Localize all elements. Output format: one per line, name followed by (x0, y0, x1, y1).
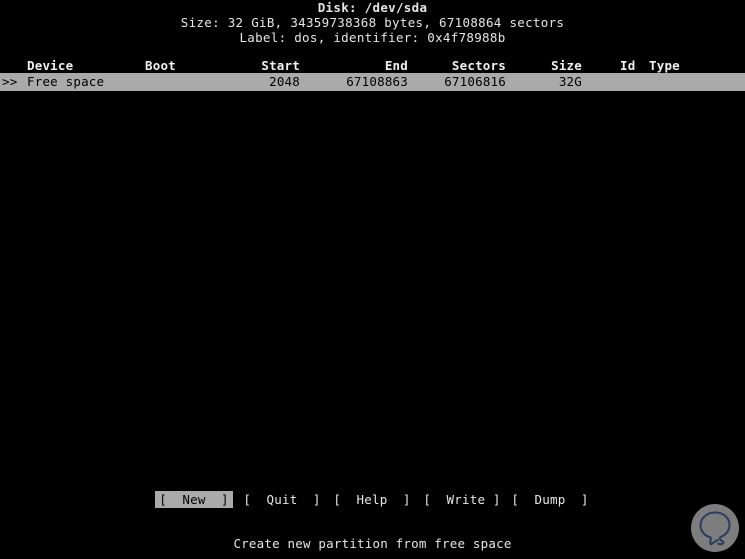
column-header-start: Start (261, 58, 300, 73)
column-header-device: Device (27, 58, 74, 73)
row-cell-type (649, 75, 739, 89)
partition-table: Device Boot Start End Sectors Size Id Ty… (0, 59, 745, 91)
row-cell-end: 67108863 (346, 74, 408, 89)
column-header-sectors: Sectors (451, 58, 506, 73)
row-selection-marker: >> (2, 74, 18, 89)
action-menu-bar: [ New ] [ Quit ] [ Help ] [ Write ] [ Du… (0, 491, 745, 508)
menu-button-quit[interactable]: [ Quit ] (243, 491, 321, 508)
column-header-boot: Boot (145, 58, 176, 73)
menu-button-new[interactable]: [ New ] (155, 491, 233, 508)
row-cell-id (620, 75, 646, 89)
menu-button-dump[interactable]: [ Dump ] (511, 491, 589, 508)
disk-header: Disk: /dev/sda Size: 32 GiB, 34359738368… (0, 0, 745, 45)
row-cell-size: 32G (558, 74, 582, 89)
column-header-id: Id (620, 58, 636, 73)
row-cell-device: Free space (27, 74, 105, 89)
row-cell-sectors: 67106816 (444, 74, 506, 89)
disk-label-line: Label: dos, identifier: 0x4f78988b (239, 30, 506, 45)
disk-name-line: Disk: /dev/sda (317, 0, 428, 15)
status-hint-line: Create new partition from free space (233, 536, 512, 551)
disk-size-line: Size: 32 GiB, 34359738368 bytes, 6710886… (180, 15, 565, 30)
speech-bubble-logo-icon (699, 511, 731, 546)
table-header-row: Device Boot Start End Sectors Size Id Ty… (0, 59, 745, 73)
column-header-end: End (384, 58, 408, 73)
menu-button-write[interactable]: [ Write ] (423, 491, 501, 508)
table-row[interactable]: >> Free space 2048 67108863 67106816 32G (0, 73, 745, 91)
table-body: >> Free space 2048 67108863 67106816 32G (0, 73, 745, 91)
row-cell-start: 2048 (269, 74, 300, 89)
watermark-logo (691, 504, 739, 552)
menu-button-help[interactable]: [ Help ] (333, 491, 411, 508)
cfdisk-terminal-screen: Disk: /dev/sda Size: 32 GiB, 34359738368… (0, 0, 745, 559)
row-cell-boot (145, 75, 205, 89)
column-header-type: Type (649, 58, 680, 73)
column-header-size: Size (551, 58, 582, 73)
